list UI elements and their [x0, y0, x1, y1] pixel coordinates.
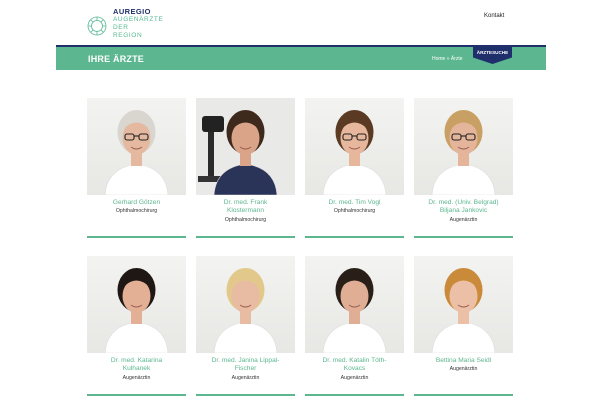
card-underline: [196, 394, 295, 396]
doctor-name[interactable]: Dr. med. (Univ. Belgrad) Biljana Jankovic: [414, 199, 513, 216]
doctor-name[interactable]: Dr. med. Tim Vogl: [305, 199, 404, 207]
doctor-card[interactable]: Dr. med. Frank Klostermann Ophthalmochirur…: [196, 98, 295, 238]
site-header: AUREGIO AUGENÄRZTE DER REGION Kontakt: [0, 0, 600, 46]
breadcrumb-home[interactable]: Home: [432, 56, 445, 62]
portrait-illustration: [213, 268, 278, 353]
doctor-role: Augenärztin: [340, 374, 369, 381]
portrait-illustration: [322, 268, 387, 353]
card-underline: [305, 394, 404, 396]
doctor-name-line: Dr. med. Katalin Tóth-: [322, 357, 387, 364]
doctor-role: Ophthalmochirurg: [115, 208, 158, 215]
doctor-name[interactable]: Dr. med. Katalin Tóth- Kovacs: [305, 357, 404, 374]
portrait-illustration: [104, 268, 169, 353]
doctor-role: Augenärztin: [231, 374, 260, 381]
portrait-illustration: [104, 110, 169, 195]
logo-brand: AUREGIO: [113, 7, 151, 16]
doctor-card[interactable]: Dr. med. Janina Lippal- Fischer Augenärzti…: [196, 256, 295, 396]
doctor-name[interactable]: Dr. med. Katarina Kulhanek: [87, 357, 186, 374]
page-title-band: IHRE ÄRZTE Home » Ärzte: [56, 47, 546, 70]
doctor-photo[interactable]: [414, 98, 513, 195]
logo-line: REGION: [113, 32, 143, 39]
doctor-card[interactable]: Dr. med. (Univ. Belgrad) Biljana Jankovic…: [414, 98, 513, 238]
doctor-search-label: ÄRZTESUCHE: [476, 50, 509, 55]
doctor-photo[interactable]: [305, 98, 404, 195]
doctor-photo[interactable]: [305, 256, 404, 353]
logo-line: DER: [113, 24, 129, 31]
doctor-name-line: Biljana Jankovic: [439, 207, 488, 215]
doctor-card[interactable]: Dr. med. Katalin Tóth- Kovacs Augenärztin: [305, 256, 404, 396]
doctor-card[interactable]: Gerhard Götzen Ophthalmochirurg: [87, 98, 186, 238]
doctor-role: Augenärztin: [449, 216, 478, 223]
doctor-name-line: Dr. med. Frank: [223, 199, 268, 206]
portrait-illustration: [322, 110, 387, 195]
doctor-name-line: Gerhard Götzen: [112, 199, 161, 206]
doctor-name[interactable]: Bettina Maria Seidl: [414, 357, 513, 365]
doctor-role: Augenärztin: [122, 374, 151, 381]
doctor-photo[interactable]: [87, 256, 186, 353]
logo-line: AUGENÄRZTE: [113, 16, 164, 23]
card-underline: [87, 236, 186, 238]
doctor-role: Ophthalmochirurg: [333, 208, 376, 215]
portrait-illustration: [431, 268, 496, 353]
page-title: IHRE ÄRZTE: [88, 54, 144, 64]
portrait-illustration: [196, 98, 295, 195]
breadcrumb: Home » Ärzte: [432, 56, 463, 62]
card-underline: [414, 394, 513, 396]
doctor-role: Ophthalmochirurg: [224, 216, 267, 223]
doctor-name-line: Dr. med. Tim Vogl: [328, 199, 381, 206]
breadcrumb-current: Ärzte: [450, 56, 463, 62]
doctor-name-line: Klostermann: [226, 207, 265, 215]
logo-ring-icon: [87, 16, 107, 36]
portrait-illustration: [431, 110, 496, 195]
doctor-card[interactable]: Dr. med. Tim Vogl Ophthalmochirurg: [305, 98, 404, 238]
doctor-name-line: Kulhanek: [122, 365, 151, 373]
doctor-name[interactable]: Dr. med. Janina Lippal- Fischer: [196, 357, 295, 374]
doctor-name-line: Dr. med. Katarina: [110, 357, 163, 364]
doctor-photo[interactable]: [87, 98, 186, 195]
doctor-name-line: Dr. med. (Univ. Belgrad): [428, 199, 499, 206]
nav-link-kontakt[interactable]: Kontakt: [484, 13, 504, 19]
doctor-photo[interactable]: [196, 256, 295, 353]
doctor-name-line: Fischer: [234, 365, 257, 373]
doctor-role: Augenärztin: [449, 366, 478, 373]
card-underline: [305, 236, 404, 238]
doctor-name-line: Bettina Maria Seidl: [435, 357, 492, 364]
card-underline: [196, 236, 295, 238]
doctor-name-line: Dr. med. Janina Lippal-: [211, 357, 280, 364]
logo-text: AUREGIO AUGENÄRZTE DER REGION: [113, 8, 163, 40]
doctor-photo[interactable]: [196, 98, 295, 195]
site-logo[interactable]: AUREGIO AUGENÄRZTE DER REGION: [86, 8, 163, 40]
doctor-photo[interactable]: [414, 256, 513, 353]
doctor-grid: Gerhard Götzen Ophthalmochirurg Dr. med. …: [87, 98, 513, 400]
card-underline: [414, 236, 513, 238]
doctor-name-line: Kovacs: [343, 365, 366, 373]
card-underline: [87, 394, 186, 396]
doctor-card[interactable]: Bettina Maria Seidl Augenärztin: [414, 256, 513, 396]
doctor-name[interactable]: Gerhard Götzen: [87, 199, 186, 207]
doctor-card[interactable]: Dr. med. Katarina Kulhanek Augenärztin: [87, 256, 186, 396]
doctor-name[interactable]: Dr. med. Frank Klostermann: [196, 199, 295, 216]
